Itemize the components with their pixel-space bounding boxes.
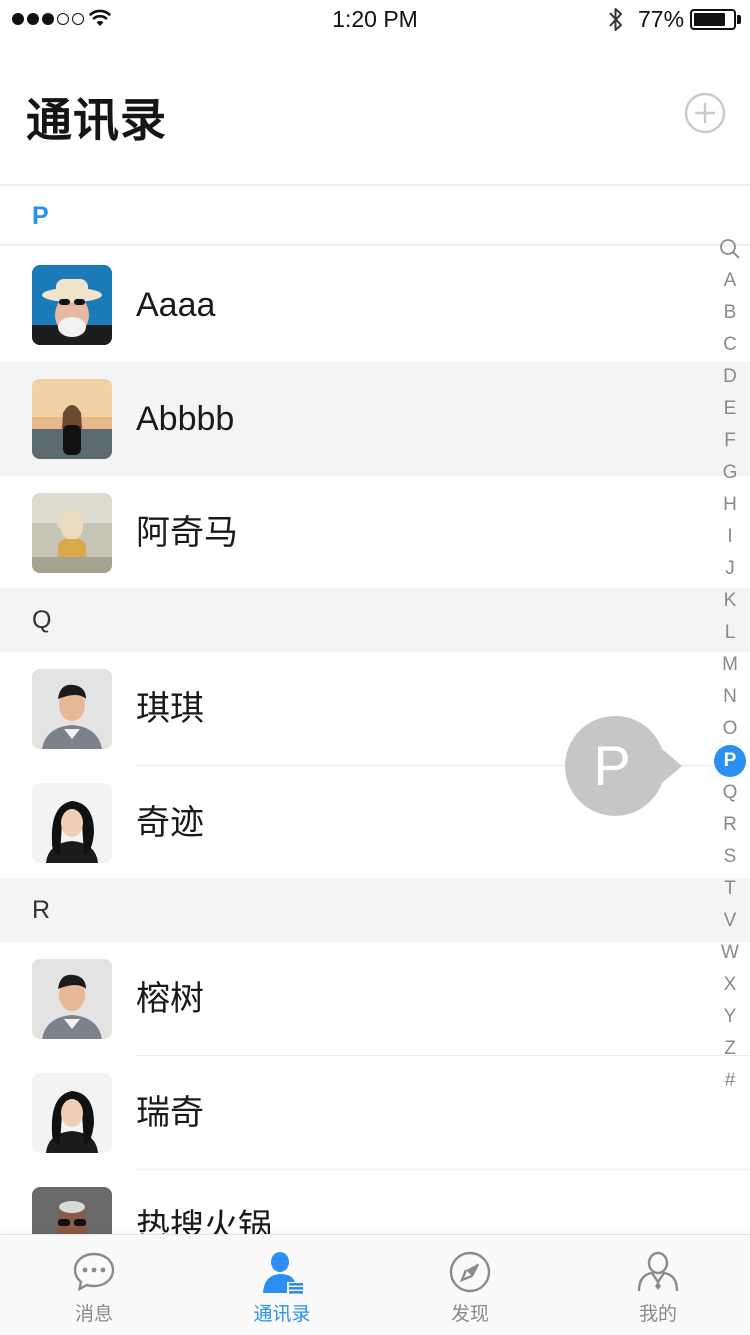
index-letter[interactable]: L <box>714 617 746 649</box>
avatar <box>32 379 112 459</box>
index-letter[interactable]: H <box>714 489 746 521</box>
chat-bubble-icon <box>73 1252 115 1292</box>
alphabet-index-bar[interactable]: A B C D E F G H I J K L M N O P Q R S T V W X Y Z # <box>714 233 746 1097</box>
battery-percent: 77% <box>638 6 685 32</box>
index-letter[interactable]: O <box>714 713 746 745</box>
index-letter[interactable]: M <box>714 649 746 681</box>
tab-label: 消息 <box>74 1303 113 1325</box>
section-header-r: R <box>0 878 750 942</box>
index-letter[interactable]: K <box>714 585 746 617</box>
avatar <box>32 669 112 749</box>
index-letter[interactable]: # <box>714 1065 746 1097</box>
bluetooth-icon <box>609 8 622 31</box>
index-letter[interactable]: X <box>714 969 746 1001</box>
contact-row-aqima[interactable]: 阿奇马 <box>0 476 750 590</box>
battery-icon <box>690 9 736 30</box>
index-letter[interactable]: C <box>714 329 746 361</box>
index-letters: A B C D E F G H I J K L M N O P Q R S T V W X Y Z # <box>714 265 746 1097</box>
index-letter[interactable]: Y <box>714 1001 746 1033</box>
tab-me[interactable]: 我的 <box>564 1235 750 1335</box>
section-header-p: P <box>0 186 750 246</box>
index-letter[interactable]: D <box>714 361 746 393</box>
contact-name: 奇迹 <box>136 804 204 842</box>
plus-circle-icon[interactable] <box>684 92 726 134</box>
index-bubble-letter: P <box>593 734 631 797</box>
index-letter[interactable]: A <box>714 265 746 297</box>
index-letter[interactable]: G <box>714 457 746 489</box>
person-icon <box>637 1251 679 1292</box>
index-letter[interactable]: N <box>714 681 746 713</box>
index-letter[interactable]: I <box>714 521 746 553</box>
section-header-q: Q <box>0 588 750 652</box>
contact-name: 榕树 <box>136 980 204 1018</box>
contact-row-aaaa[interactable]: Aaaa <box>0 248 750 362</box>
tab-label: 我的 <box>638 1303 677 1325</box>
index-letter[interactable]: Q <box>714 777 746 809</box>
avatar <box>32 1073 112 1153</box>
index-letter[interactable]: Z <box>714 1033 746 1065</box>
page-title: 通讯录 <box>26 93 167 147</box>
index-letter[interactable]: V <box>714 905 746 937</box>
contact-row-abbbb[interactable]: Abbbb <box>0 362 750 476</box>
contact-row-rongshu[interactable]: 榕树 <box>0 942 750 1056</box>
tab-contacts[interactable]: 通讯录 <box>188 1235 376 1335</box>
tab-bar: 消息 通讯录 发现 我的 <box>0 1234 750 1335</box>
contact-name: 阿奇马 <box>136 514 238 552</box>
tab-discover[interactable]: 发现 <box>376 1235 564 1335</box>
contact-name: 瑞奇 <box>136 1094 204 1132</box>
index-letter[interactable]: S <box>714 841 746 873</box>
compass-icon <box>449 1251 491 1293</box>
index-letter[interactable]: J <box>714 553 746 585</box>
tab-label: 发现 <box>450 1303 489 1325</box>
index-letter[interactable]: R <box>714 809 746 841</box>
avatar <box>32 783 112 863</box>
tab-messages[interactable]: 消息 <box>0 1235 188 1335</box>
tab-label: 通讯录 <box>253 1303 311 1325</box>
index-letter[interactable]: F <box>714 425 746 457</box>
contacts-icon <box>263 1252 303 1294</box>
avatar <box>32 265 112 345</box>
index-letter[interactable]: E <box>714 393 746 425</box>
contact-name: Abbbb <box>136 400 235 438</box>
contact-row-ruiqi[interactable]: 瑞奇 <box>0 1056 750 1170</box>
index-letter[interactable]: P <box>714 745 746 777</box>
avatar <box>32 493 112 573</box>
index-search-icon[interactable] <box>714 233 746 265</box>
contact-name: Aaaa <box>136 286 216 324</box>
status-bar: 1:20 PM 77% <box>0 0 750 40</box>
index-letter[interactable]: B <box>714 297 746 329</box>
contact-name: 琪琪 <box>136 690 204 728</box>
index-letter[interactable]: W <box>714 937 746 969</box>
avatar <box>32 959 112 1039</box>
index-letter[interactable]: T <box>714 873 746 905</box>
